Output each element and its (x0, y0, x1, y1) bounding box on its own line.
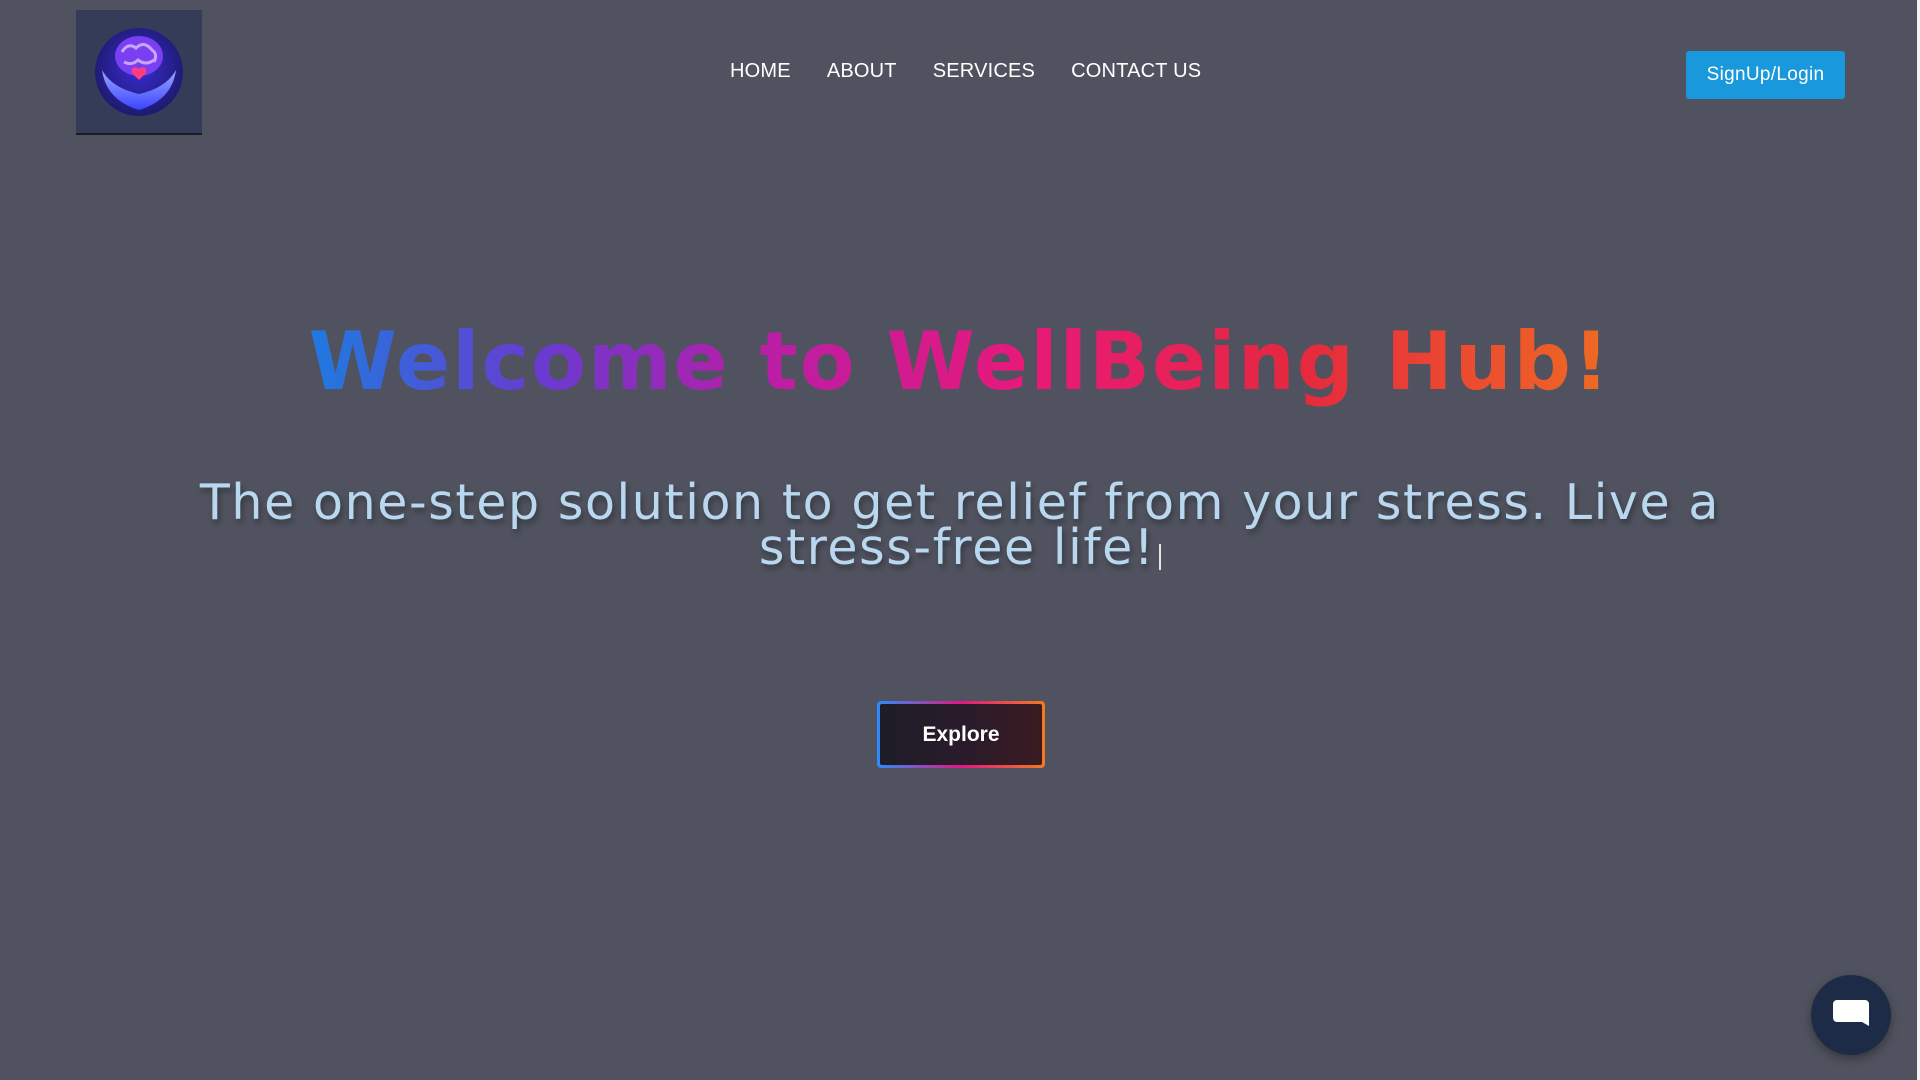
hero-tagline-text: The one-step solution to get relief from… (199, 474, 1721, 576)
nav-contact-link[interactable]: CONTACT US (1071, 60, 1201, 83)
page: HOME ABOUT SERVICES CONTACT US SignUp/Lo… (0, 0, 1920, 1080)
signup-login-button[interactable]: SignUp/Login (1686, 51, 1845, 99)
hero-headline: Welcome to WellBeing Hub! (0, 312, 1920, 412)
main-nav: HOME ABOUT SERVICES CONTACT US (730, 60, 1201, 83)
hero-headline-text: Welcome to WellBeing Hub! (308, 315, 1612, 408)
nav-about-link[interactable]: ABOUT (827, 60, 897, 83)
chat-bubble-icon (1833, 1000, 1869, 1026)
brain-in-hands-icon (95, 27, 183, 116)
logo[interactable] (76, 10, 202, 135)
hero-tagline: The one-step solution to get relief from… (140, 478, 1780, 572)
explore-button-label: Explore (880, 704, 1042, 765)
explore-button[interactable]: Explore (877, 701, 1045, 768)
nav-home-link[interactable]: HOME (730, 60, 791, 83)
chat-launcher-button[interactable] (1811, 975, 1891, 1055)
typing-caret (1159, 544, 1162, 570)
nav-services-link[interactable]: SERVICES (933, 60, 1035, 83)
